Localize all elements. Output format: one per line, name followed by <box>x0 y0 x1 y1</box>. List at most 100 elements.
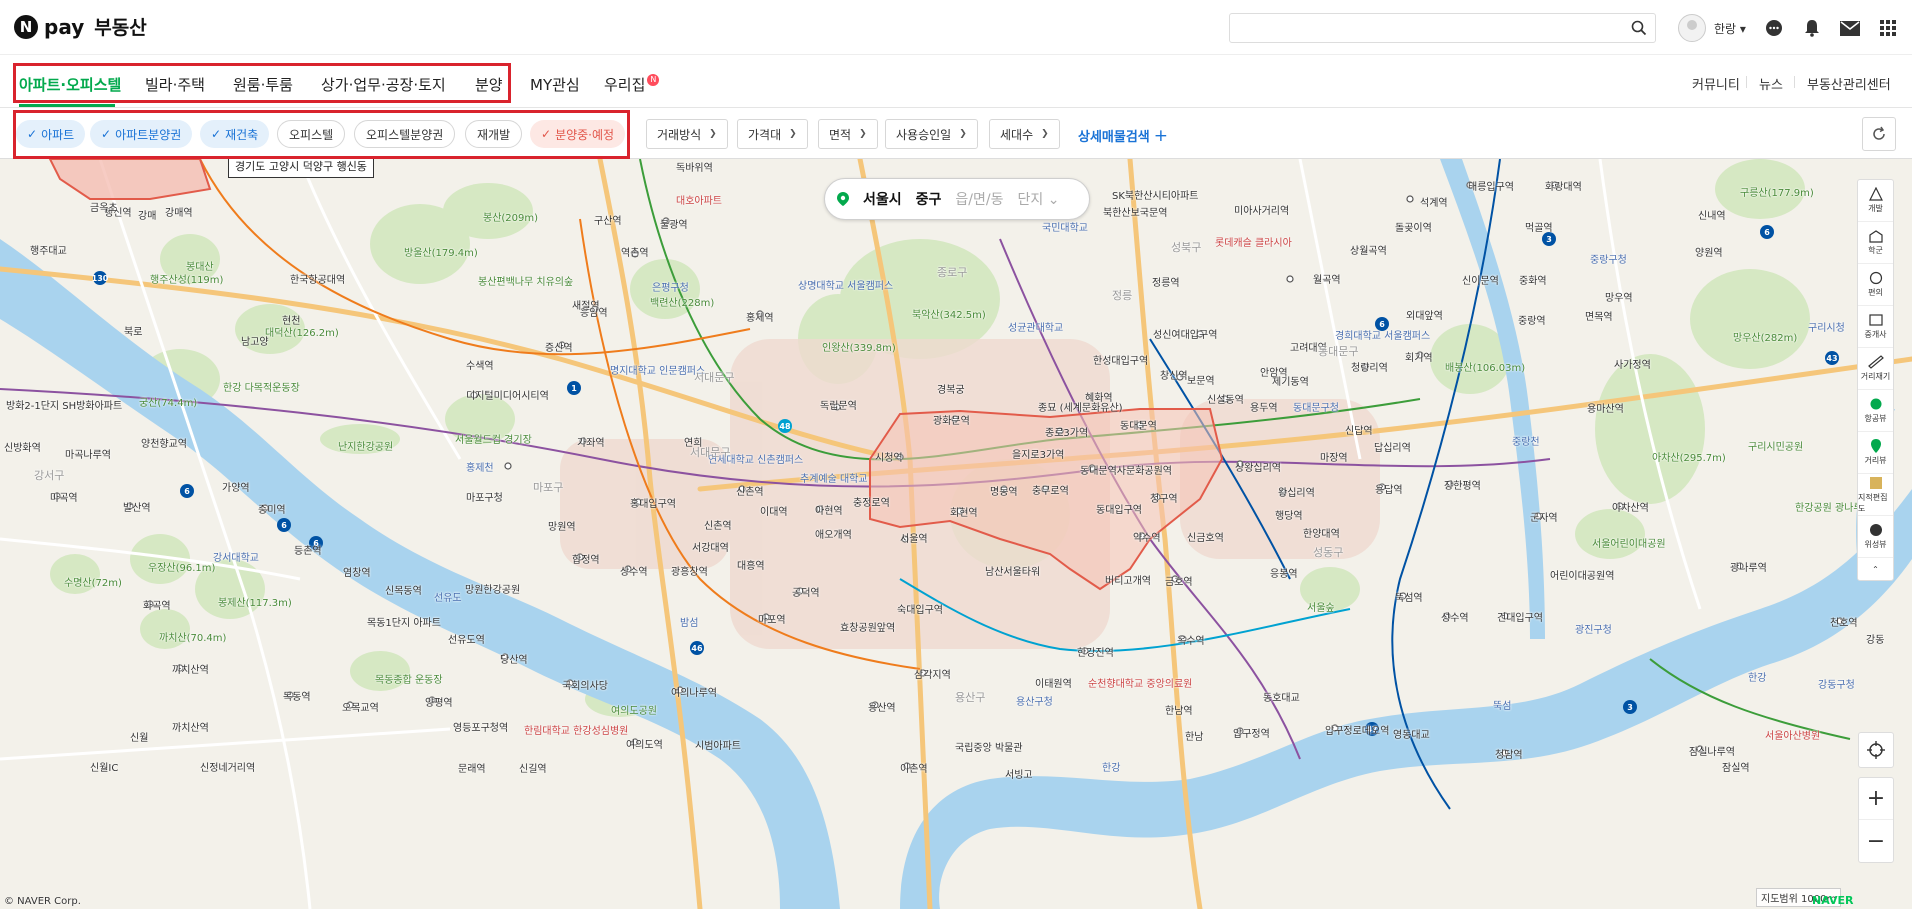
chip-reconstruction[interactable]: ✓ 재건축 <box>200 120 270 148</box>
map-place-label[interactable]: 당산역 <box>500 651 528 666</box>
map-place-label[interactable]: 강서구 <box>34 467 64 483</box>
region-district[interactable]: 중구 <box>916 189 942 209</box>
map-place-label[interactable]: 여의나루역 <box>671 684 717 699</box>
map-place-label[interactable]: 화랑대역 <box>1545 178 1582 193</box>
map-place-label[interactable]: 가좌역 <box>577 434 605 449</box>
map-place-label[interactable]: 상왕십리역 <box>1235 459 1281 474</box>
map-place-label[interactable]: 뚝섬 <box>1493 697 1511 712</box>
map-place-label[interactable]: 이촌역 <box>900 760 928 775</box>
map-place-label[interactable]: 용마산역 <box>1587 400 1624 415</box>
tool-convenience[interactable]: 편의 <box>1858 264 1893 306</box>
map-place-label[interactable]: 한성대입구역 <box>1093 352 1148 367</box>
map-place-label[interactable]: 봉제산(117.3m) <box>218 594 292 609</box>
map-place-label[interactable]: 금옥초 <box>90 199 118 214</box>
map-place-label[interactable]: 공덕역 <box>792 584 820 599</box>
map-place-label[interactable]: 구리시민공원 <box>1748 438 1803 453</box>
detail-search-button[interactable]: 상세매물검색 + <box>1078 126 1168 146</box>
map-place-label[interactable]: 서대문구 <box>690 444 730 460</box>
tool-school-district[interactable]: 학군 <box>1858 222 1893 264</box>
map-place-label[interactable]: 서강대역 <box>692 539 729 554</box>
map-place-label[interactable]: 남고양 <box>241 333 269 348</box>
map-place-label[interactable]: 수색역 <box>466 357 494 372</box>
map-place-label[interactable]: 신월IC <box>90 759 118 774</box>
map-place-label[interactable]: 양평역 <box>425 694 453 709</box>
map-place-label[interactable]: 구리시청 <box>1808 319 1845 334</box>
apps-grid-icon[interactable] <box>1878 18 1898 38</box>
map-place-label[interactable]: 경복궁 <box>937 381 965 396</box>
map-place-label[interactable]: 동대문구 <box>1318 343 1358 359</box>
map-place-label[interactable]: 한강진역 <box>1077 644 1114 659</box>
map-place-label[interactable]: 백련산(228m) <box>650 294 714 309</box>
map-place-label[interactable]: 남산서울타워 <box>985 563 1040 578</box>
map-place-label[interactable]: 독바위역 <box>676 159 713 174</box>
map-place-label[interactable]: 이대역 <box>760 503 788 518</box>
map-place-label[interactable]: 순천향대학교 중앙의료원 <box>1088 675 1192 690</box>
map-place-label[interactable]: 신목동역 <box>385 582 422 597</box>
map-place-label[interactable]: 응봉역 <box>1270 565 1298 580</box>
map-place-label[interactable]: 서울역 <box>900 530 928 545</box>
map-canvas[interactable]: 1 48 3 6 6 43 6 6 6 46 47 3 130 행신역 강매역 행주… <box>0 159 1912 909</box>
map-place-label[interactable]: 역촌역 <box>621 244 649 259</box>
dropdown-trade-type[interactable]: 거래방식 ❯ <box>646 119 728 149</box>
map-place-label[interactable]: 용산구 <box>955 689 985 705</box>
map-place-label[interactable]: 종로3가역 <box>1045 424 1088 439</box>
map-place-label[interactable]: 북로 <box>124 323 142 338</box>
map-place-label[interactable]: 동대문역사문화공원역 <box>1080 462 1172 477</box>
map-place-label[interactable]: 마포구 <box>533 479 563 495</box>
map-place-label[interactable]: 대흥역 <box>737 557 765 572</box>
map-place-label[interactable]: 종묘 (세계문화유산) <box>1038 399 1123 414</box>
map-place-label[interactable]: 명지대학교 인문캠퍼스 <box>610 362 705 377</box>
map-place-label[interactable]: 신길역 <box>519 760 547 775</box>
chip-redevelopment[interactable]: 재개발 <box>465 120 523 148</box>
map-place-label[interactable]: 성동구 <box>1313 544 1343 560</box>
map-place-label[interactable]: 성신여대입구역 <box>1153 326 1217 341</box>
map-place-label[interactable]: 화곡역 <box>143 597 171 612</box>
tab-villa-house[interactable]: 빌라·주택 <box>145 74 205 95</box>
dropdown-households[interactable]: 세대수 ❯ <box>989 119 1060 149</box>
map-place-label[interactable]: 아차산(295.7m) <box>1652 449 1726 464</box>
map-place-label[interactable]: 충무로역 <box>1032 482 1069 497</box>
map-place-label[interactable]: 광나루역 <box>1730 559 1767 574</box>
map-place-label[interactable]: 명동역 <box>990 483 1018 498</box>
map-place-label[interactable]: 압구정역 <box>1233 725 1270 740</box>
region-city[interactable]: 서울시 <box>863 189 902 209</box>
tool-aerial-view[interactable]: 항공뷰 <box>1858 390 1893 432</box>
map-place-label[interactable]: 한강공원 광나루 <box>1795 499 1863 514</box>
map-place-label[interactable]: 청담역 <box>1495 746 1523 761</box>
map-place-label[interactable]: 서울월드컵 경기장 <box>455 431 532 446</box>
dropdown-area[interactable]: 면적 ❯ <box>818 119 878 149</box>
map-place-label[interactable]: 난지한강공원 <box>338 438 393 453</box>
map-place-label[interactable]: 중랑천 <box>1512 433 1540 448</box>
map-place-label[interactable]: 궁산(74.4m) <box>139 394 197 409</box>
map-place-label[interactable]: 오목교역 <box>342 699 379 714</box>
map-place-label[interactable]: 한국항공대역 <box>290 271 345 286</box>
map-place-label[interactable]: 창신역 <box>1160 367 1188 382</box>
map-place-label[interactable]: 용산역 <box>868 699 896 714</box>
map-place-label[interactable]: 성북구 <box>1171 239 1201 255</box>
map-place-label[interactable]: 종로구 <box>937 264 967 280</box>
map-place-label[interactable]: 한림대학교 한강성심병원 <box>524 722 628 737</box>
map-place-label[interactable]: 증산역 <box>545 339 573 354</box>
map-place-label[interactable]: 상명대학교 서울캠퍼스 <box>798 277 893 292</box>
map-place-label[interactable]: 시청역 <box>875 449 903 464</box>
map-place-label[interactable]: 영동대교 <box>1393 726 1430 741</box>
map-place-label[interactable]: 구산역 <box>594 212 622 227</box>
map-place-label[interactable]: 용산구청 <box>1016 693 1053 708</box>
map-place-label[interactable]: 염창역 <box>343 564 371 579</box>
tool-street-view[interactable]: 거리뷰 <box>1858 432 1893 474</box>
refresh-button[interactable] <box>1862 117 1896 151</box>
map-place-label[interactable]: 정릉역 <box>1152 274 1180 289</box>
map-place-label[interactable]: 롯데캐슬 클라시아 <box>1215 234 1292 249</box>
map-place-label[interactable]: 금호역 <box>1165 573 1193 588</box>
map-place-label[interactable]: 압구정로데오역 <box>1325 722 1389 737</box>
map-place-label[interactable]: 홍대입구역 <box>630 495 676 510</box>
map-place-label[interactable]: 미아사거리역 <box>1234 202 1289 217</box>
map-place-label[interactable]: 배봉산(106.03m) <box>1445 359 1525 374</box>
language-selector[interactable]: 한랑 ▾ <box>1714 20 1746 37</box>
map-place-label[interactable]: 용두역 <box>1250 399 1278 414</box>
map-place-label[interactable]: 마장역 <box>1320 449 1348 464</box>
map-place-label[interactable]: 뚝섬역 <box>1395 589 1423 604</box>
dropdown-approval-date[interactable]: 사용승인일 ❯ <box>885 119 978 149</box>
tab-my-interest[interactable]: MY관심 <box>530 74 580 95</box>
map-place-label[interactable]: 을지로3가역 <box>1012 446 1064 461</box>
